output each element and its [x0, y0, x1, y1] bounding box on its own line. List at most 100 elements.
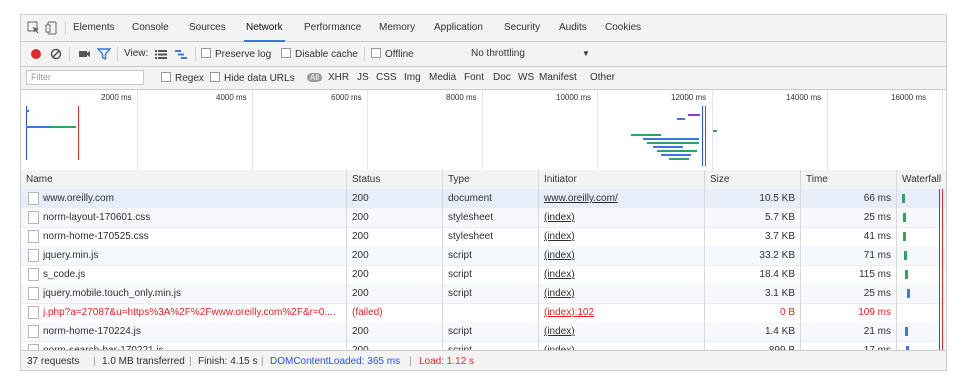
filter-type-all[interactable]: All	[307, 72, 325, 83]
filter-input[interactable]: Filter	[26, 70, 144, 85]
cell-initiator[interactable]: (index)	[544, 212, 699, 223]
load-marker	[705, 106, 706, 166]
record-icon[interactable]	[29, 47, 43, 61]
cell-time: 71 ms	[863, 250, 891, 261]
tab-security[interactable]: Security	[504, 22, 540, 33]
file-icon	[28, 306, 39, 319]
cell-status: 200	[352, 212, 369, 223]
tab-performance[interactable]: Performance	[304, 22, 361, 33]
column-divider	[538, 170, 539, 350]
screenshot-icon[interactable]	[77, 47, 91, 61]
column-header-name[interactable]: Name	[26, 174, 53, 185]
cell-initiator[interactable]: (index)	[544, 288, 699, 299]
throttling-select[interactable]: No throttling	[471, 48, 525, 59]
cell-initiator[interactable]: (index)	[544, 326, 699, 337]
checkbox-box[interactable]	[201, 48, 211, 58]
tab-sources[interactable]: Sources	[189, 22, 226, 33]
filter-type-media[interactable]: Media	[429, 72, 456, 83]
overview-bar	[713, 130, 717, 132]
status-bar: 37 requests | 1.0 MB transferred | Finis…	[21, 350, 946, 370]
all-pill[interactable]: All	[307, 73, 322, 82]
cell-status: 200	[352, 193, 369, 204]
disable-cache-checkbox[interactable]: Disable cache	[281, 48, 358, 60]
overview-tick: 14000 ms	[786, 93, 822, 102]
filter-type-xhr[interactable]: XHR	[328, 72, 349, 83]
checkbox-box[interactable]	[161, 72, 171, 82]
column-divider	[346, 170, 347, 350]
file-icon	[28, 192, 39, 205]
waterfall-overview-icon[interactable]	[174, 47, 188, 61]
hide-data-urls-checkbox[interactable]: Hide data URLs	[210, 72, 295, 84]
column-header-type[interactable]: Type	[448, 174, 470, 185]
tab-network[interactable]: Network	[244, 22, 285, 42]
filter-type-doc[interactable]: Doc	[493, 72, 511, 83]
table-row[interactable]: norm-layout-170601.css 200 stylesheet (inde…	[21, 208, 946, 228]
grid-line	[367, 90, 368, 170]
large-rows-icon[interactable]	[154, 47, 168, 61]
checkbox-box[interactable]	[371, 48, 381, 58]
column-header-waterfall[interactable]: Waterfall	[902, 174, 941, 185]
cell-name: norm-home-170525.css	[43, 231, 149, 242]
tab-cookies[interactable]: Cookies	[605, 22, 641, 33]
devtools-window: Elements Console Sources Network Perform…	[20, 14, 947, 371]
cell-status: 200	[352, 326, 369, 337]
table-row[interactable]: jquery.min.js 200 script (index) 33.2 KB 71 m…	[21, 246, 946, 266]
chevron-down-icon[interactable]: ▼	[582, 49, 590, 58]
inspect-element-icon[interactable]	[27, 21, 41, 35]
preserve-log-checkbox[interactable]: Preserve log	[201, 48, 271, 60]
cell-size: 5.7 KB	[764, 212, 795, 223]
regex-checkbox[interactable]: Regex	[161, 72, 204, 84]
network-overview[interactable]: 2000 ms 4000 ms 6000 ms 8000 ms 10000 ms…	[21, 90, 946, 171]
file-icon	[28, 211, 39, 224]
overview-bar	[653, 146, 683, 148]
column-header-size[interactable]: Size	[710, 174, 729, 185]
cell-size: 3.1 KB	[764, 288, 795, 299]
cell-type: document	[448, 193, 492, 204]
tab-elements[interactable]: Elements	[73, 22, 115, 33]
overview-tick: 16000 ms	[891, 93, 927, 102]
offline-checkbox[interactable]: Offline	[371, 48, 414, 60]
device-toolbar-icon[interactable]	[45, 21, 59, 35]
column-header-status[interactable]: Status	[352, 174, 380, 185]
waterfall-bar	[904, 251, 907, 260]
table-row[interactable]: www.oreilly.com 200 document www.oreilly.co…	[21, 189, 946, 209]
tab-audits[interactable]: Audits	[559, 22, 587, 33]
cell-initiator[interactable]: (index)	[544, 250, 699, 261]
table-row[interactable]: jquery.mobile.touch_only.min.js 200 script…	[21, 284, 946, 304]
filter-type-ws[interactable]: WS	[518, 72, 534, 83]
column-header-time[interactable]: Time	[806, 174, 828, 185]
cell-type: script	[448, 250, 472, 261]
checkbox-box[interactable]	[210, 72, 220, 82]
offline-label: Offline	[385, 49, 414, 60]
tab-console[interactable]: Console	[132, 22, 169, 33]
cell-initiator[interactable]: (index):102	[544, 307, 699, 318]
filter-type-img[interactable]: Img	[404, 72, 421, 83]
table-row[interactable]: norm-home-170224.js 200 script (index) 1.4 K…	[21, 322, 946, 342]
cell-initiator[interactable]: www.oreilly.com/	[544, 193, 699, 204]
cell-initiator[interactable]: (index)	[544, 269, 699, 280]
filter-type-font[interactable]: Font	[464, 72, 484, 83]
cell-initiator[interactable]: (index)	[544, 231, 699, 242]
column-divider	[800, 170, 801, 350]
filter-type-css[interactable]: CSS	[376, 72, 397, 83]
filter-bar: Filter Regex Hide data URLs All XHR JS C…	[21, 67, 946, 90]
devtools-tab-bar: Elements Console Sources Network Perform…	[21, 15, 946, 42]
toolbar-separator	[117, 47, 118, 61]
table-row[interactable]: j.php?a=27087&u=https%3A%2F%2Fwww.oreill…	[21, 303, 946, 323]
grid-line	[597, 90, 598, 170]
grid-line	[942, 90, 943, 170]
cell-name: www.oreilly.com	[43, 193, 114, 204]
filter-type-other[interactable]: Other	[590, 72, 615, 83]
tab-memory[interactable]: Memory	[379, 22, 415, 33]
column-header-initiator[interactable]: Initiator	[544, 174, 577, 185]
filter-icon[interactable]	[96, 47, 112, 61]
filter-type-js[interactable]: JS	[357, 72, 369, 83]
clear-icon[interactable]	[49, 47, 63, 61]
overview-bar	[657, 150, 697, 152]
checkbox-box[interactable]	[281, 48, 291, 58]
filter-type-manifest[interactable]: Manifest	[539, 72, 577, 83]
tab-application[interactable]: Application	[434, 22, 483, 33]
table-row[interactable]: norm-home-170525.css 200 stylesheet (index)…	[21, 227, 946, 247]
grid-line	[482, 90, 483, 170]
table-row[interactable]: s_code.js 200 script (index) 18.4 KB 115 ms	[21, 265, 946, 285]
